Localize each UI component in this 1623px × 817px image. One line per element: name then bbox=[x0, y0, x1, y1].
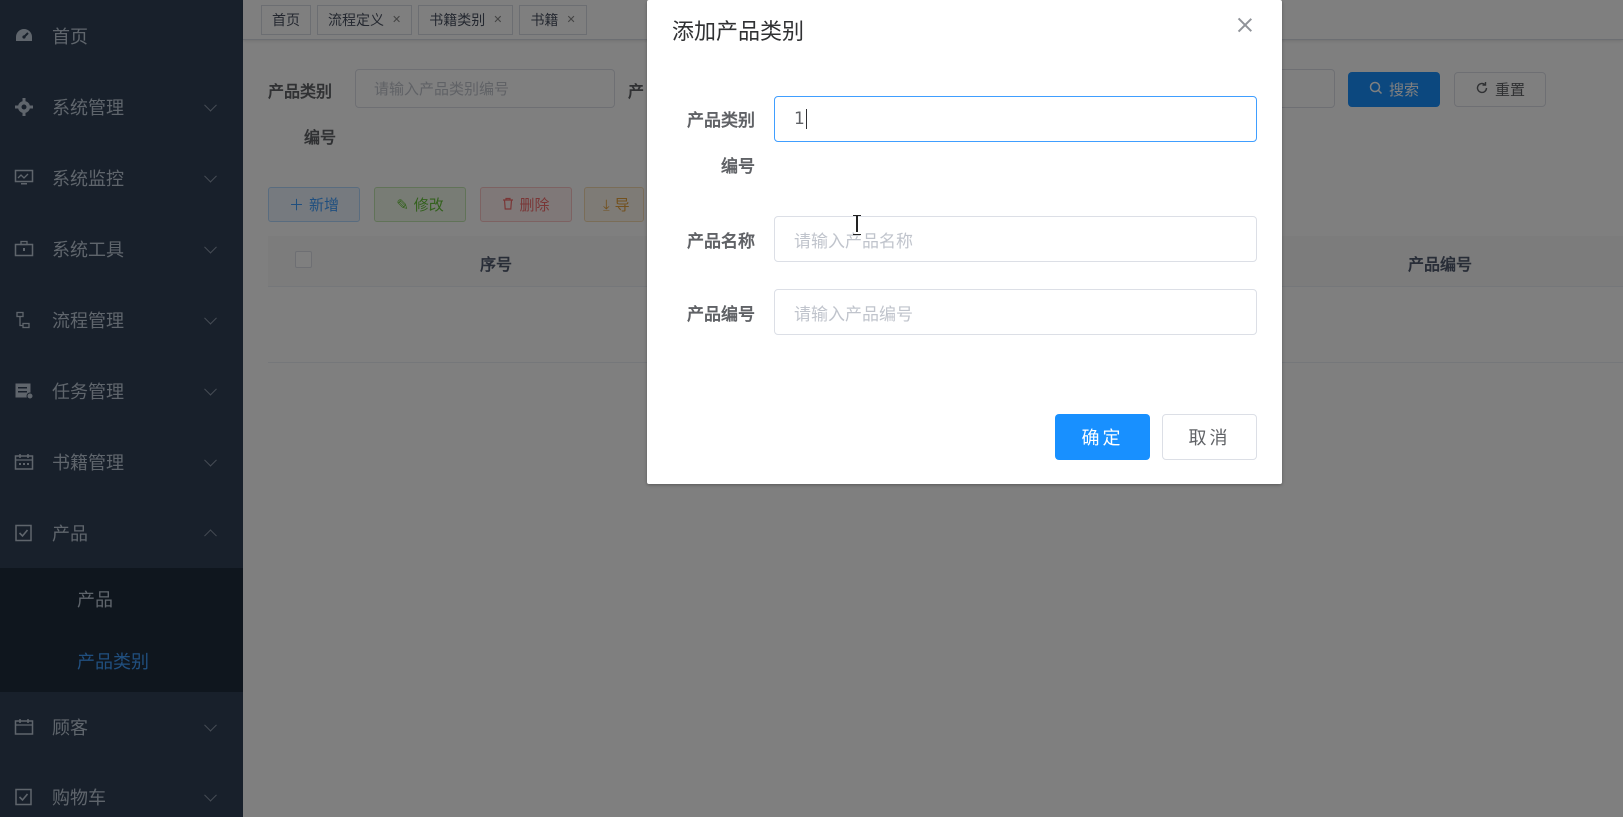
text-caret bbox=[805, 109, 807, 129]
dialog-title: 添加产品类别 bbox=[672, 20, 805, 45]
category-code-input[interactable]: 1 bbox=[774, 96, 1257, 142]
add-product-category-dialog: 添加产品类别 产品类别 编号 1 产品名称 请输入产品名称 产品编号 请输入产品… bbox=[647, 0, 1282, 484]
close-icon[interactable] bbox=[1234, 14, 1256, 36]
product-code-placeholder: 请输入产品编号 bbox=[794, 304, 913, 325]
category-code-value: 1 bbox=[794, 109, 805, 129]
confirm-button-label: 确定 bbox=[1081, 428, 1124, 449]
field-label-category-code-line2: 编号 bbox=[721, 157, 755, 177]
cancel-button[interactable]: 取消 bbox=[1162, 414, 1257, 460]
product-name-input[interactable]: 请输入产品名称 bbox=[774, 216, 1257, 262]
field-label-product-name: 产品名称 bbox=[687, 232, 755, 252]
field-label-category-code-line1: 产品类别 bbox=[687, 111, 755, 131]
mouse-cursor-ibeam bbox=[853, 215, 861, 235]
product-code-input[interactable]: 请输入产品编号 bbox=[774, 289, 1257, 335]
cancel-button-label: 取消 bbox=[1188, 428, 1231, 449]
confirm-button[interactable]: 确定 bbox=[1055, 414, 1150, 460]
field-label-product-code: 产品编号 bbox=[687, 305, 755, 325]
